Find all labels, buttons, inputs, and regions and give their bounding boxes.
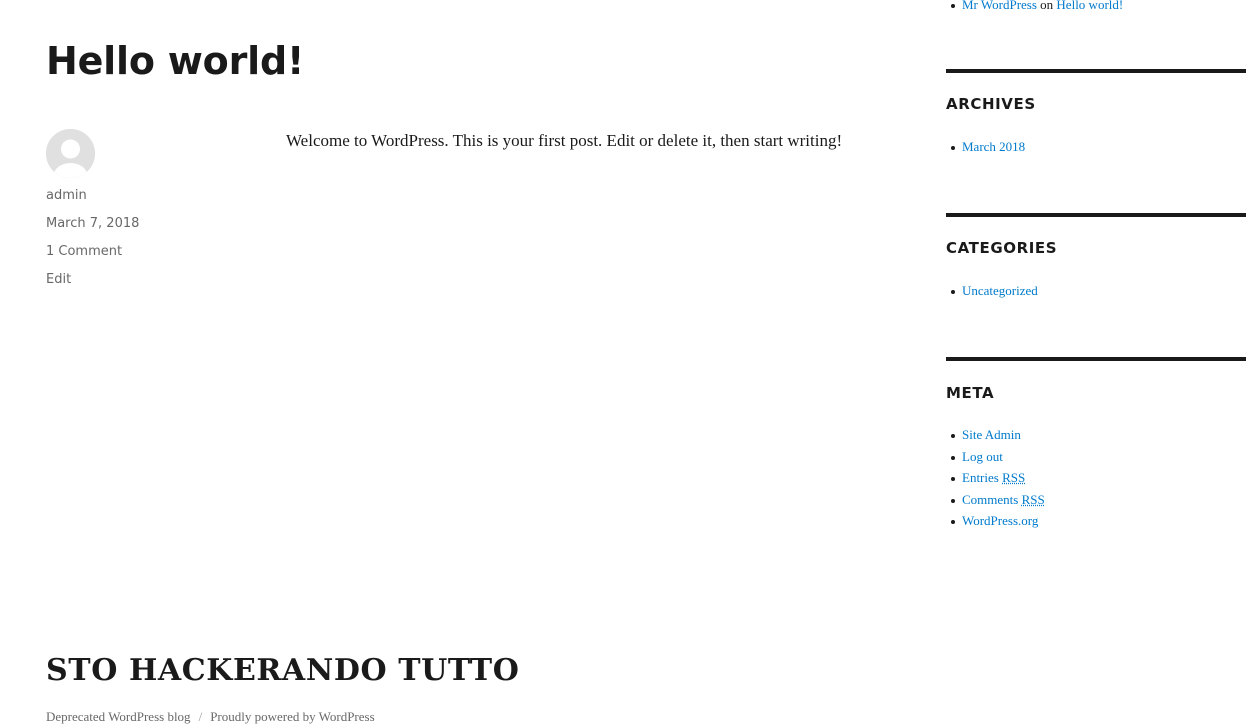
categories-list: Uncategorized xyxy=(946,280,1038,302)
meta-item: WordPress.org xyxy=(946,510,1045,532)
comment-on-text: on xyxy=(1040,0,1054,12)
archive-item: March 2018 xyxy=(946,136,1025,158)
powered-by-link[interactable]: Proudly powered by WordPress xyxy=(210,709,374,724)
post-author: admin xyxy=(46,188,87,204)
widget-divider xyxy=(946,357,1246,361)
post-edit: Edit xyxy=(46,272,71,288)
category-link[interactable]: Uncategorized xyxy=(962,283,1038,298)
archives-widget: ARCHIVES March 2018 xyxy=(946,69,1246,154)
post-title: Hello world! xyxy=(46,39,305,83)
rss-abbr: RSS xyxy=(1002,470,1026,485)
meta-item: Log out xyxy=(946,446,1045,468)
recent-comment-item: Mr WordPress on Hello world! xyxy=(946,0,1123,16)
meta-list: Site Admin Log out Entries RSS Comments … xyxy=(946,424,1045,532)
author-avatar[interactable] xyxy=(46,129,95,178)
wordpress-org-link[interactable]: WordPress.org xyxy=(962,513,1038,528)
meta-item: Comments RSS xyxy=(946,489,1045,511)
comments-link[interactable]: 1 Comment xyxy=(46,244,122,259)
category-item: Uncategorized xyxy=(946,280,1038,302)
meta-item: Entries RSS xyxy=(946,467,1045,489)
comments-label: Comments xyxy=(962,491,1019,507)
meta-title: META xyxy=(946,384,995,402)
entries-label: Entries xyxy=(962,470,999,485)
post-comments: 1 Comment xyxy=(46,244,122,260)
edit-link[interactable]: Edit xyxy=(46,272,71,287)
archive-link[interactable]: March 2018 xyxy=(962,139,1025,154)
post-date: March 7, 2018 xyxy=(46,216,139,232)
meta-widget: META Site Admin Log out Entries RSS Comm… xyxy=(946,357,1246,528)
entries-rss-link[interactable]: Entries RSS xyxy=(962,470,1025,485)
archives-list: March 2018 xyxy=(946,136,1025,158)
archives-title: ARCHIVES xyxy=(946,95,1036,113)
widget-divider xyxy=(946,213,1246,217)
date-link[interactable]: March 7, 2018 xyxy=(46,216,139,231)
recent-comments-list: Mr WordPress on Hello world! xyxy=(946,0,1123,16)
comment-post-link[interactable]: Hello world! xyxy=(1056,0,1123,12)
footer-separator: / xyxy=(198,709,203,724)
categories-widget: CATEGORIES Uncategorized xyxy=(946,213,1246,298)
author-link[interactable]: admin xyxy=(46,188,87,203)
rss-abbr: RSS xyxy=(1021,491,1045,507)
site-title[interactable]: STO HACKERANDO TUTTO xyxy=(46,651,519,691)
post-content: Welcome to WordPress. This is your first… xyxy=(286,131,843,150)
site-admin-link[interactable]: Site Admin xyxy=(962,427,1021,442)
log-out-link[interactable]: Log out xyxy=(962,449,1003,464)
comments-rss-link[interactable]: Comments RSS xyxy=(962,492,1045,507)
meta-item: Site Admin xyxy=(946,424,1045,446)
categories-title: CATEGORIES xyxy=(946,239,1058,257)
footer-info: Deprecated WordPress blog / Proudly powere… xyxy=(46,708,375,726)
widget-divider xyxy=(946,69,1246,73)
deprecated-blog-link[interactable]: Deprecated WordPress blog xyxy=(46,709,191,724)
avatar-person-icon xyxy=(46,129,95,178)
comment-author-link[interactable]: Mr WordPress xyxy=(962,0,1037,12)
